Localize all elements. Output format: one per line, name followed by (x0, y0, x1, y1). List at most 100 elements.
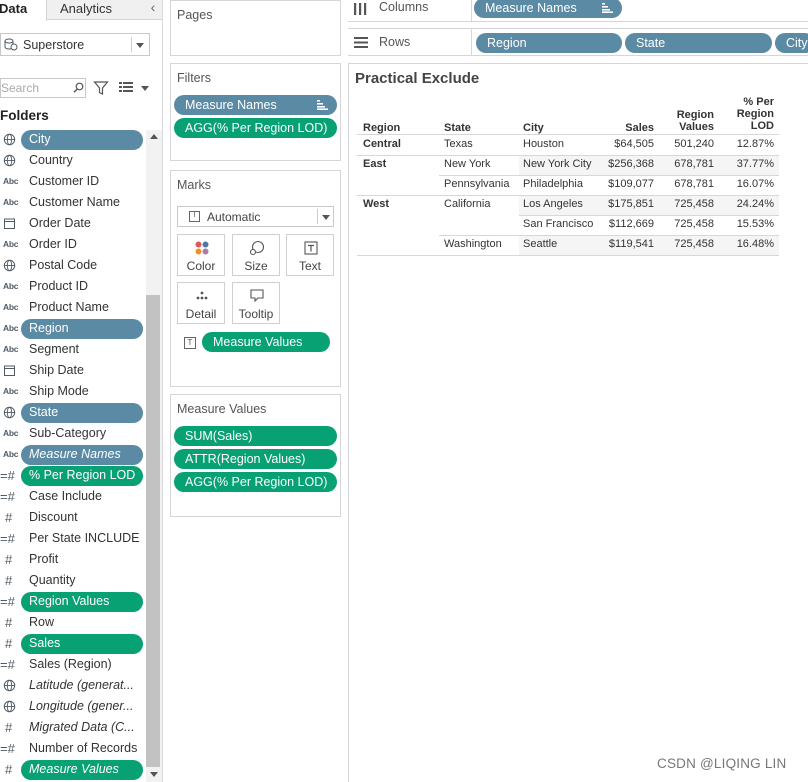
cell-sales[interactable]: $119,541 (594, 238, 654, 250)
search-input[interactable] (1, 80, 69, 96)
field-item[interactable]: Abc Customer Name (0, 192, 146, 213)
field-item[interactable]: Abc Product ID (0, 276, 146, 297)
chevron-down-icon[interactable] (141, 86, 149, 91)
columns-pill-measure-names[interactable]: Measure Names (474, 0, 622, 18)
field-item[interactable]: Abc Product Name (0, 297, 146, 318)
cell-region-values[interactable]: 501,240 (654, 138, 714, 150)
field-item[interactable]: Abc Customer ID (0, 171, 146, 192)
field-item[interactable]: Abc Ship Mode (0, 381, 146, 402)
cell-state[interactable]: Pennsylvania (444, 178, 520, 190)
rows-pill-city[interactable]: City (775, 33, 808, 53)
pages-card[interactable]: Pages (170, 0, 341, 56)
cell-sales[interactable]: $112,669 (594, 218, 654, 230)
field-item[interactable]: =# % Per Region LOD (0, 465, 146, 486)
field-item[interactable]: # Measure Values (0, 759, 146, 780)
filter-pill-measure-names[interactable]: Measure Names (174, 95, 337, 115)
cell-region[interactable]: Central (363, 138, 433, 150)
cell-pct[interactable]: 37.77% (714, 158, 774, 170)
field-item[interactable]: Country (0, 150, 146, 171)
cell-pct[interactable]: 16.07% (714, 178, 774, 190)
field-item[interactable]: =# Per State INCLUDE (0, 528, 146, 549)
tooltip-button[interactable]: Tooltip (232, 282, 280, 324)
cell-region-values[interactable]: 725,458 (654, 218, 714, 230)
field-item[interactable]: =# Case Include (0, 486, 146, 507)
field-item[interactable]: Ship Date (0, 360, 146, 381)
field-item[interactable]: Abc Segment (0, 339, 146, 360)
field-item[interactable]: =# Region Values (0, 591, 146, 612)
marks-card[interactable]: Marks Automatic Color Size Text Detail (170, 170, 341, 387)
measure-values-pill-agg-pct[interactable]: AGG(% Per Region LOD) (174, 472, 337, 492)
cell-pct[interactable]: 12.87% (714, 138, 774, 150)
measure-values-pill-sum-sales[interactable]: SUM(Sales) (174, 426, 337, 446)
list-view-icon[interactable] (119, 81, 133, 93)
rows-pill-state[interactable]: State (625, 33, 772, 53)
field-item[interactable]: Abc Measure Names (0, 444, 146, 465)
cell-state[interactable]: Texas (444, 138, 520, 150)
field-item[interactable]: Order Date (0, 213, 146, 234)
field-item[interactable]: =# Sales (Region) (0, 654, 146, 675)
filters-card[interactable]: Filters Measure Names AGG(% Per Region L… (170, 63, 341, 161)
filter-pill-pct-per-region-lod[interactable]: AGG(% Per Region LOD) (174, 118, 337, 138)
cell-sales[interactable]: $64,505 (594, 138, 654, 150)
cell-pct[interactable]: 24.24% (714, 198, 774, 210)
cell-region[interactable]: West (363, 198, 433, 210)
field-item[interactable]: # Quantity (0, 570, 146, 591)
search-icon[interactable] (73, 82, 84, 93)
field-item[interactable]: # Discount (0, 507, 146, 528)
calculated-measure-icon: =# (0, 489, 15, 504)
field-item[interactable]: # Migrated Data (C... (0, 717, 146, 738)
field-item[interactable]: Abc Region (0, 318, 146, 339)
mark-type-dropdown[interactable]: Automatic (177, 206, 334, 227)
field-item[interactable]: =# Number of Records (0, 738, 146, 759)
scroll-down-arrow-icon[interactable] (150, 772, 158, 777)
field-search-box[interactable] (0, 78, 86, 98)
datasource-selector[interactable]: Superstore (0, 33, 150, 56)
measure-values-pill-attr-region-values[interactable]: ATTR(Region Values) (174, 449, 337, 469)
field-item[interactable]: Postal Code (0, 255, 146, 276)
cell-state[interactable]: California (444, 198, 520, 210)
cell-state[interactable]: New York (444, 158, 520, 170)
cell-region-values[interactable]: 725,458 (654, 238, 714, 250)
tab-analytics[interactable]: Analytics (60, 0, 112, 20)
rows-shelf-label: Rows (354, 29, 472, 55)
cell-state[interactable]: Washington (444, 238, 520, 250)
cell-region-values[interactable]: 725,458 (654, 198, 714, 210)
rows-pill-region[interactable]: Region (476, 33, 622, 53)
field-item[interactable]: # Row (0, 612, 146, 633)
cell-region-values[interactable]: 678,781 (654, 178, 714, 190)
rows-shelf[interactable]: Rows Region State City (348, 28, 808, 56)
cell-sales[interactable]: $109,077 (594, 178, 654, 190)
color-button[interactable]: Color (177, 234, 225, 276)
marks-pill-measure-values[interactable]: Measure Values (202, 332, 330, 352)
size-button[interactable]: Size (232, 234, 280, 276)
cell-pct[interactable]: 15.53% (714, 218, 774, 230)
cell-region-values[interactable]: 678,781 (654, 158, 714, 170)
field-item[interactable]: State (0, 402, 146, 423)
tab-data[interactable]: Data (0, 0, 47, 21)
cell-pct[interactable]: 16.48% (714, 238, 774, 250)
filter-icon[interactable] (93, 80, 109, 96)
collapse-pane-button[interactable]: ‹ (146, 0, 160, 18)
measure-values-card[interactable]: Measure Values SUM(Sales) ATTR(Region Va… (170, 394, 341, 517)
field-item[interactable]: # Profit (0, 549, 146, 570)
field-item[interactable]: # Sales (0, 633, 146, 654)
field-item[interactable]: Abc Sub-Category (0, 423, 146, 444)
columns-shelf[interactable]: Columns Measure Names (348, 0, 808, 22)
field-list-scrollbar[interactable] (146, 130, 162, 782)
detail-button[interactable]: Detail (177, 282, 225, 324)
field-name: Customer Name (29, 195, 120, 209)
viz-view[interactable]: Practical Exclude Region State City Sale… (348, 63, 808, 782)
text-button[interactable]: Text (286, 234, 334, 276)
chevron-down-icon[interactable] (136, 43, 144, 48)
cell-sales[interactable]: $175,851 (594, 198, 654, 210)
cell-region[interactable]: East (363, 158, 433, 170)
field-item[interactable]: Longitude (gener... (0, 696, 146, 717)
scroll-thumb[interactable] (146, 295, 160, 767)
header-line: Region (736, 108, 774, 120)
cell-sales[interactable]: $256,368 (594, 158, 654, 170)
field-item[interactable]: City (0, 129, 146, 150)
field-name: Longitude (gener... (29, 699, 134, 713)
scroll-up-arrow-icon[interactable] (150, 134, 158, 139)
field-item[interactable]: Latitude (generat... (0, 675, 146, 696)
field-item[interactable]: Abc Order ID (0, 234, 146, 255)
